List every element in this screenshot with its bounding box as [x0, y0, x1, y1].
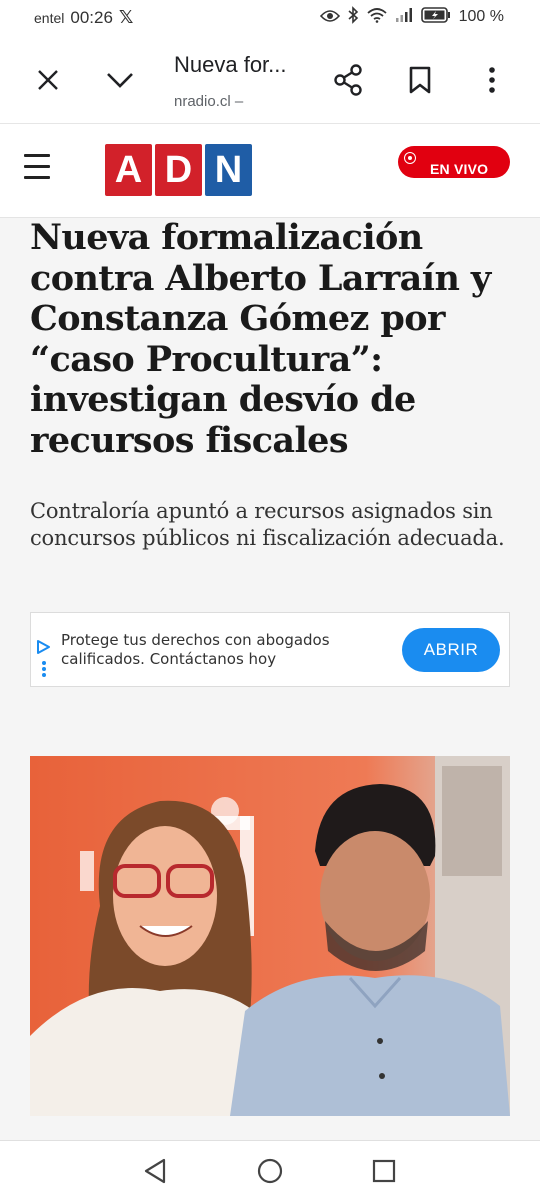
system-nav-bar: [0, 1140, 540, 1200]
live-label: EN VIVO: [430, 161, 489, 177]
carrier-label: entel: [34, 9, 65, 26]
adn-logo[interactable]: A D N: [105, 144, 252, 196]
share-icon[interactable]: [328, 60, 368, 100]
logo-letter: N: [205, 144, 252, 196]
back-icon[interactable]: [140, 1156, 170, 1186]
site-header: A D N EN VIVO: [0, 124, 540, 218]
wifi-icon: [367, 7, 387, 27]
bluetooth-icon: [348, 6, 359, 28]
live-button[interactable]: EN VIVO: [398, 146, 510, 178]
status-bar: entel 00:26 𝕏 100 %: [0, 0, 540, 36]
clock: 00:26: [70, 7, 113, 27]
article-photo[interactable]: [30, 756, 510, 1116]
browser-toolbar: Nueva for... nradio.cl –: [0, 36, 540, 124]
logo-letter: A: [105, 144, 152, 196]
battery-icon: [420, 7, 451, 27]
live-radio-icon: [404, 152, 416, 164]
home-icon[interactable]: [255, 1156, 285, 1186]
ad-choices-icon[interactable]: [35, 639, 53, 683]
close-icon[interactable]: [28, 60, 68, 100]
battery-percent: 100 %: [458, 8, 504, 25]
article-summary: Contraloría apuntó a recursos asignados …: [30, 499, 505, 550]
logo-letter: D: [155, 144, 202, 196]
x-logo-icon: 𝕏: [118, 7, 134, 28]
article-headline: Nueva formalización contra Alberto Larra…: [30, 217, 491, 461]
ad-open-button[interactable]: ABRIR: [402, 628, 500, 672]
more-options-icon[interactable]: [472, 60, 512, 100]
eye-icon: [319, 8, 340, 27]
ad-text: Protege tus derechos con abogados califi…: [61, 631, 330, 668]
menu-icon[interactable]: [24, 154, 50, 184]
ad-banner[interactable]: Protege tus derechos con abogados califi…: [30, 612, 510, 687]
article: Nueva formalización contra Alberto Larra…: [0, 217, 540, 1140]
tab-url[interactable]: nradio.cl –: [174, 93, 243, 110]
chevron-down-icon[interactable]: [100, 60, 140, 100]
recents-icon[interactable]: [369, 1156, 399, 1186]
signal-icon: [395, 7, 413, 27]
tab-title[interactable]: Nueva for...: [174, 52, 287, 78]
bookmark-icon[interactable]: [400, 60, 440, 100]
